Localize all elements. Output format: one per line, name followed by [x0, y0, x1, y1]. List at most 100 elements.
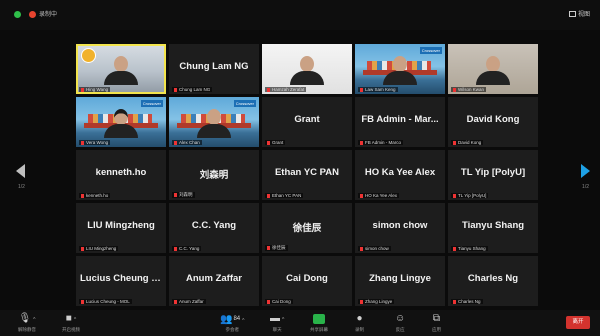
participant-name-caption: TL Yip [PolyU] [451, 193, 489, 198]
participant-display-name: HO Ka Yee Alex [364, 167, 436, 178]
caption-text: simon chow [365, 246, 389, 251]
muted-mic-icon [174, 193, 177, 197]
muted-mic-icon [453, 88, 456, 92]
share-screen-button[interactable]: 共享屏幕 [310, 314, 328, 333]
participant-tile[interactable]: David Kong David Kong [448, 97, 538, 147]
muted-mic-icon [453, 194, 456, 198]
apps-button[interactable]: ⧉ 应用 [432, 314, 441, 333]
record-button[interactable]: ● 录制 [355, 314, 364, 333]
caption-text: Cai Dong [272, 299, 291, 304]
caption-text: LIU Mingzheng [86, 246, 117, 251]
participant-display-name: kenneth.ho [95, 167, 147, 178]
participant-tile[interactable]: FB Admin - Mar... FB Admin - Marco [355, 97, 445, 147]
participant-tile[interactable]: kenneth.ho kenneth.ho [76, 150, 166, 200]
participant-tile[interactable]: Anum Zaffar Anum Zaffar [169, 256, 259, 306]
background-banner: Crossover [419, 47, 442, 54]
participant-name-caption: Ethan YC PAN [265, 193, 304, 198]
caption-text: 刘森明 [179, 192, 193, 197]
participant-video-person [383, 56, 417, 85]
participant-tile[interactable]: Wilson Kwan [448, 44, 538, 94]
participant-display-name: Grant [294, 114, 320, 125]
muted-mic-icon [81, 88, 84, 92]
participant-name-caption: Vera Wong [79, 140, 111, 145]
reactions-button[interactable]: ☺ 反应 [395, 314, 405, 333]
participant-name-caption: Charles Ng [451, 299, 483, 304]
page-indicator-left: 1/2 [18, 184, 25, 190]
caption-text: 徐佳辰 [272, 245, 286, 250]
previous-page-arrow-icon[interactable] [16, 164, 25, 178]
muted-mic-icon [81, 247, 84, 251]
view-button[interactable]: 视图 [568, 9, 590, 18]
caption-text: Grant [272, 140, 284, 145]
caption-text: Wilson Kwan [458, 87, 485, 92]
video-off-icon: ■ ^ [65, 313, 77, 324]
leave-button[interactable]: 离开 [566, 316, 590, 329]
security-shield-icon[interactable] [14, 11, 21, 18]
caption-text: Tianyu Shang [458, 246, 486, 251]
muted-mic-icon [453, 141, 456, 145]
caption-text: Ethan YC PAN [272, 193, 302, 198]
muted-mic-icon [174, 88, 177, 92]
participant-name-caption: Cai Dong [265, 299, 293, 304]
participant-name-caption: Alex Chan [172, 140, 202, 145]
chat-button[interactable]: ▬ ^ 聊天 [270, 314, 284, 333]
caption-text: Hing Wang [86, 87, 109, 92]
reactions-icon: ☺ [395, 313, 406, 324]
participant-display-name: Lucius Cheung -... [80, 273, 163, 284]
participant-tile[interactable]: Zhang Lingye Zhang Lingye [355, 256, 445, 306]
caption-text: Charles Ng [458, 299, 481, 304]
record-icon: ● [356, 313, 363, 324]
participant-tile[interactable]: HO Ka Yee Alex HO Ka Yee Alex [355, 150, 445, 200]
participant-tile[interactable]: Grant Grant [262, 97, 352, 147]
participant-name-caption: Tianyu Shang [451, 246, 488, 251]
participant-tile[interactable]: Crossover Law Sam Keng [355, 44, 445, 94]
mute-button[interactable]: 🎙 ^ 解除静音 [18, 314, 36, 333]
participants-icon: 👥84 ^ [220, 314, 245, 325]
participant-tile[interactable]: TL Yip [PolyU] TL Yip [PolyU] [448, 150, 538, 200]
page-indicator-right: 1/2 [582, 184, 589, 190]
participant-name-caption: Grant [265, 140, 286, 145]
muted-mic-icon [81, 141, 84, 145]
participant-name-caption: simon chow [358, 246, 391, 251]
zoom-meeting-window: 录制中 视图 1/2 1/2 Hing Wang Chung Lam NG Chun… [0, 0, 600, 336]
meeting-toolbar: 🎙 ^ 解除静音 ■ ^ 开启视频 👥84 ^ 参会者 ▬ ^ 聊天 共享屏幕 ● 录制… [0, 310, 600, 336]
participant-tile[interactable]: simon chow simon chow [355, 203, 445, 253]
participant-tile[interactable]: C.C. Yang C.C. Yang [169, 203, 259, 253]
participant-tile[interactable]: Hamzah Zerafat [262, 44, 352, 94]
participant-tile[interactable]: Cai Dong Cai Dong [262, 256, 352, 306]
participant-tile[interactable]: Crossover Alex Chan [169, 97, 259, 147]
participant-tile[interactable]: Lucius Cheung -... Lucius Cheung - MOL [76, 256, 166, 306]
participant-name-caption: 刘森明 [172, 192, 195, 198]
participant-tile[interactable]: Tianyu Shang Tianyu Shang [448, 203, 538, 253]
caption-text: Anum Zaffar [179, 299, 204, 304]
start-video-button[interactable]: ■ ^ 开启视频 [62, 314, 80, 333]
participant-name-caption: Chung Lam NG [172, 87, 213, 92]
caption-text: Alex Chan [179, 140, 200, 145]
participant-tile[interactable]: LIU Mingzheng LIU Mingzheng [76, 203, 166, 253]
gallery-grid: Hing Wang Chung Lam NG Chung Lam NG Hamzah … [76, 44, 538, 306]
participant-tile[interactable]: Charles Ng Charles Ng [448, 256, 538, 306]
participant-name-caption: Hing Wang [79, 87, 111, 92]
participant-name-caption: Law Sam Keng [358, 87, 398, 92]
muted-mic-icon [267, 88, 270, 92]
participant-name-caption: David Kong [451, 140, 484, 145]
participant-tile[interactable]: Chung Lam NG Chung Lam NG [169, 44, 259, 94]
participant-tile[interactable]: Ethan YC PAN Ethan YC PAN [262, 150, 352, 200]
participant-display-name: 刘森明 [199, 170, 229, 181]
caption-text: Hamzah Zerafat [272, 87, 305, 92]
participant-tile[interactable]: Crossover Vera Wong [76, 97, 166, 147]
participant-tile[interactable]: Hing Wang [76, 44, 166, 94]
grid-view-icon [568, 11, 576, 17]
muted-mic-icon [360, 141, 363, 145]
caption-text: Chung Lam NG [179, 87, 211, 92]
chat-icon: ▬ ^ [270, 313, 285, 324]
participants-button[interactable]: 👥84 ^ 参会者 [220, 314, 245, 333]
caption-text: David Kong [458, 140, 482, 145]
participant-name-caption: FB Admin - Marco [358, 140, 404, 145]
muted-mic-icon [267, 300, 270, 304]
participant-tile[interactable]: 徐佳辰 徐佳辰 [262, 203, 352, 253]
participant-name-caption: HO Ka Yee Alex [358, 193, 400, 198]
participant-tile[interactable]: 刘森明 刘森明 [169, 150, 259, 200]
next-page-arrow-icon[interactable] [581, 164, 590, 178]
apps-icon: ⧉ [432, 313, 441, 324]
